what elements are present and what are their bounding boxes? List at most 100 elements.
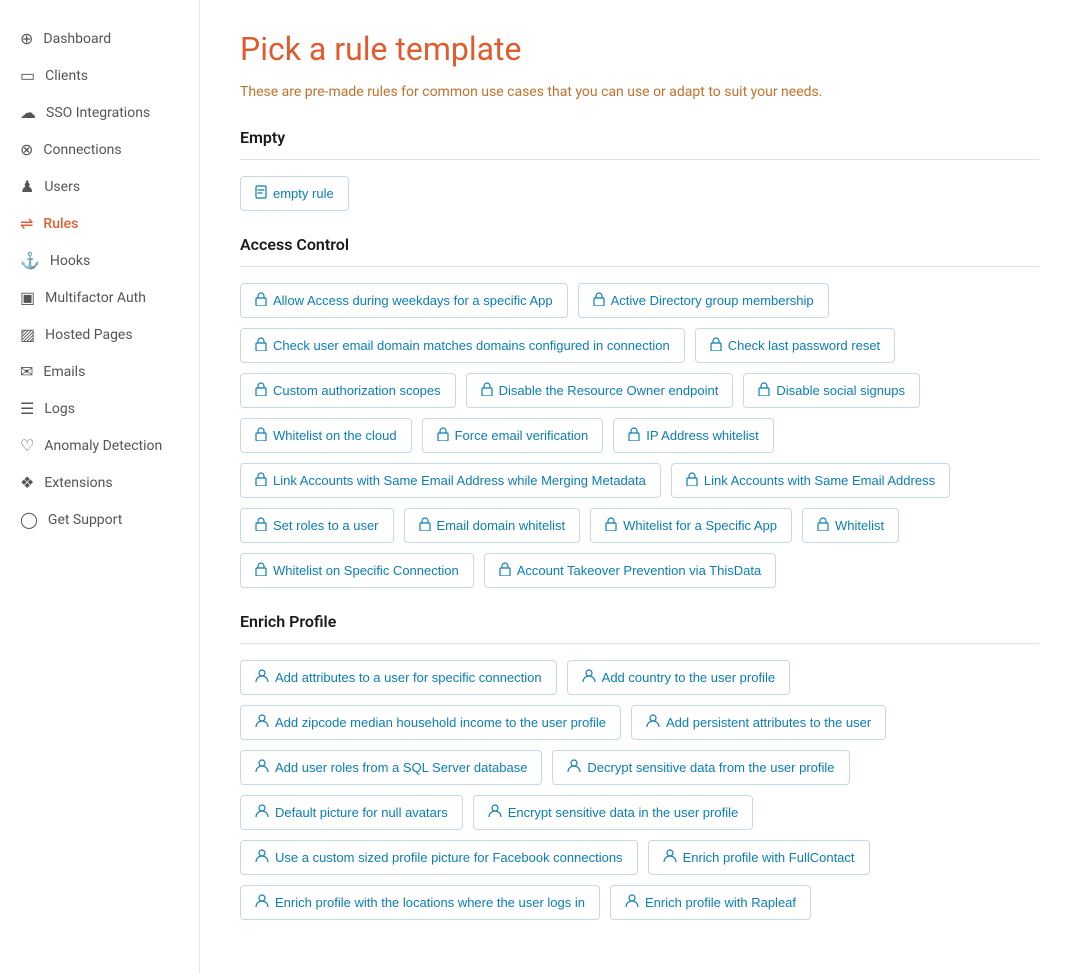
anomaly-icon: ♡ xyxy=(20,436,34,455)
hooks-icon: ⚓ xyxy=(20,251,40,270)
disable-resource-owner-label: Disable the Resource Owner endpoint xyxy=(499,383,719,398)
template-btn-add-user-roles-sql[interactable]: Add user roles from a SQL Server databas… xyxy=(240,750,542,785)
sidebar-label-sso: SSO Integrations xyxy=(46,105,150,121)
allow-access-weekdays-label: Allow Access during weekdays for a speci… xyxy=(273,293,553,308)
template-btn-custom-sized-profile[interactable]: Use a custom sized profile picture for F… xyxy=(240,840,638,875)
sidebar-label-clients: Clients xyxy=(45,68,88,84)
template-btn-disable-social-signups[interactable]: Disable social signups xyxy=(743,373,920,408)
add-zipcode-label: Add zipcode median household income to t… xyxy=(275,715,606,730)
page-title: Pick a rule template xyxy=(240,30,1039,68)
template-btn-whitelist[interactable]: Whitelist xyxy=(802,508,899,543)
sidebar-item-sso[interactable]: ☁SSO Integrations xyxy=(0,94,199,131)
template-btn-encrypt-sensitive[interactable]: Encrypt sensitive data in the user profi… xyxy=(473,795,754,830)
link-accounts-merging-label: Link Accounts with Same Email Address wh… xyxy=(273,473,646,488)
allow-access-weekdays-icon xyxy=(255,292,267,309)
sidebar-label-rules: Rules xyxy=(43,216,78,232)
sidebar: ⊕ Dashboard ▭Clients☁SSO Integrations ⊗ Conn… xyxy=(0,0,200,974)
page-subtitle: These are pre-made rules for common use … xyxy=(240,84,1039,100)
force-email-verification-label: Force email verification xyxy=(455,428,589,443)
sidebar-item-multifactor[interactable]: ▣Multifactor Auth xyxy=(0,279,199,316)
template-btn-link-accounts[interactable]: Link Accounts with Same Email Address xyxy=(671,463,950,498)
add-user-roles-sql-label: Add user roles from a SQL Server databas… xyxy=(275,760,527,775)
set-roles-icon xyxy=(255,517,267,534)
template-btn-custom-auth-scopes[interactable]: Custom authorization scopes xyxy=(240,373,456,408)
custom-auth-scopes-label: Custom authorization scopes xyxy=(273,383,441,398)
dashboard-icon: ⊕ xyxy=(20,29,33,48)
custom-sized-profile-label: Use a custom sized profile picture for F… xyxy=(275,850,623,865)
template-btn-enrich-fullcontact[interactable]: Enrich profile with FullContact xyxy=(648,840,870,875)
template-btn-email-domain-whitelist[interactable]: Email domain whitelist xyxy=(404,508,581,543)
sidebar-label-anomaly: Anomaly Detection xyxy=(44,438,162,454)
check-email-domain-icon xyxy=(255,337,267,354)
encrypt-sensitive-label: Encrypt sensitive data in the user profi… xyxy=(508,805,739,820)
template-btn-add-attributes-connection[interactable]: Add attributes to a user for specific co… xyxy=(240,660,557,695)
custom-sized-profile-icon xyxy=(255,849,269,866)
connections-icon: ⊗ xyxy=(20,140,33,159)
template-btn-add-persistent-attributes[interactable]: Add persistent attributes to the user xyxy=(631,705,886,740)
template-btn-ip-address-whitelist[interactable]: IP Address whitelist xyxy=(613,418,773,453)
template-btn-set-roles[interactable]: Set roles to a user xyxy=(240,508,394,543)
link-accounts-label: Link Accounts with Same Email Address xyxy=(704,473,935,488)
email-domain-whitelist-label: Email domain whitelist xyxy=(437,518,566,533)
template-btn-check-password-reset[interactable]: Check last password reset xyxy=(695,328,895,363)
sidebar-item-users[interactable]: ♟Users xyxy=(0,168,199,205)
sidebar-label-multifactor: Multifactor Auth xyxy=(45,290,146,306)
section-enrich-profile: Enrich Profile Add attributes to a user … xyxy=(240,612,1039,920)
template-btn-link-accounts-merging[interactable]: Link Accounts with Same Email Address wh… xyxy=(240,463,661,498)
sidebar-item-hooks[interactable]: ⚓Hooks xyxy=(0,242,199,279)
template-btn-account-takeover[interactable]: Account Takeover Prevention via ThisData xyxy=(484,553,777,588)
whitelist-icon xyxy=(817,517,829,534)
add-persistent-attributes-icon xyxy=(646,714,660,731)
template-btn-empty-rule[interactable]: empty rule xyxy=(240,176,349,211)
disable-social-signups-icon xyxy=(758,382,770,399)
add-country-label: Add country to the user profile xyxy=(602,670,775,685)
template-btn-decrypt-sensitive[interactable]: Decrypt sensitive data from the user pro… xyxy=(552,750,849,785)
enrich-fullcontact-label: Enrich profile with FullContact xyxy=(683,850,855,865)
sidebar-item-dashboard[interactable]: ⊕ Dashboard xyxy=(0,20,199,57)
enrich-rapleaf-label: Enrich profile with Rapleaf xyxy=(645,895,796,910)
sidebar-item-anomaly[interactable]: ♡ Anomaly Detection xyxy=(0,427,199,464)
sidebar-label-support: Get Support xyxy=(48,512,122,528)
template-btn-default-picture[interactable]: Default picture for null avatars xyxy=(240,795,463,830)
template-btn-add-zipcode[interactable]: Add zipcode median household income to t… xyxy=(240,705,621,740)
emails-icon: ✉ xyxy=(20,362,33,381)
section-header-access-control: Access Control xyxy=(240,235,1039,254)
empty-rule-label: empty rule xyxy=(273,186,334,201)
sidebar-label-connections: Connections xyxy=(43,142,121,158)
sidebar-label-hostedpages: Hosted Pages xyxy=(45,327,132,343)
add-user-roles-sql-icon xyxy=(255,759,269,776)
sidebar-item-logs[interactable]: ☰Logs xyxy=(0,390,199,427)
template-btn-check-email-domain[interactable]: Check user email domain matches domains … xyxy=(240,328,685,363)
sidebar-item-clients[interactable]: ▭Clients xyxy=(0,57,199,94)
decrypt-sensitive-label: Decrypt sensitive data from the user pro… xyxy=(587,760,834,775)
template-btn-whitelist-specific-connection[interactable]: Whitelist on Specific Connection xyxy=(240,553,474,588)
template-btn-enrich-rapleaf[interactable]: Enrich profile with Rapleaf xyxy=(610,885,811,920)
template-btn-force-email-verification[interactable]: Force email verification xyxy=(422,418,604,453)
sidebar-item-hostedpages[interactable]: ▨Hosted Pages xyxy=(0,316,199,353)
template-btn-allow-access-weekdays[interactable]: Allow Access during weekdays for a speci… xyxy=(240,283,568,318)
sidebar-item-connections[interactable]: ⊗ Connections xyxy=(0,131,199,168)
template-btn-active-directory[interactable]: Active Directory group membership xyxy=(578,283,829,318)
template-btn-disable-resource-owner[interactable]: Disable the Resource Owner endpoint xyxy=(466,373,734,408)
disable-resource-owner-icon xyxy=(481,382,493,399)
sidebar-item-emails[interactable]: ✉Emails xyxy=(0,353,199,390)
sidebar-label-dashboard: Dashboard xyxy=(43,31,111,47)
email-domain-whitelist-icon xyxy=(419,517,431,534)
link-accounts-icon xyxy=(686,472,698,489)
template-btn-whitelist-cloud[interactable]: Whitelist on the cloud xyxy=(240,418,412,453)
template-btn-add-country[interactable]: Add country to the user profile xyxy=(567,660,790,695)
custom-auth-scopes-icon xyxy=(255,382,267,399)
sidebar-item-rules[interactable]: ⇌Rules xyxy=(0,205,199,242)
sidebar-label-users: Users xyxy=(44,179,80,195)
template-btn-enrich-locations[interactable]: Enrich profile with the locations where … xyxy=(240,885,600,920)
section-access-control: Access Control Allow Access during weekd… xyxy=(240,235,1039,588)
main-content: Pick a rule template These are pre-made … xyxy=(200,0,1079,974)
sidebar-item-extensions[interactable]: ❖Extensions xyxy=(0,464,199,501)
template-btn-whitelist-specific-app[interactable]: Whitelist for a Specific App xyxy=(590,508,792,543)
whitelist-label: Whitelist xyxy=(835,518,884,533)
add-zipcode-icon xyxy=(255,714,269,731)
sidebar-item-support[interactable]: ◯Get Support xyxy=(0,501,199,538)
section-header-enrich-profile: Enrich Profile xyxy=(240,612,1039,631)
whitelist-specific-app-icon xyxy=(605,517,617,534)
default-picture-label: Default picture for null avatars xyxy=(275,805,448,820)
